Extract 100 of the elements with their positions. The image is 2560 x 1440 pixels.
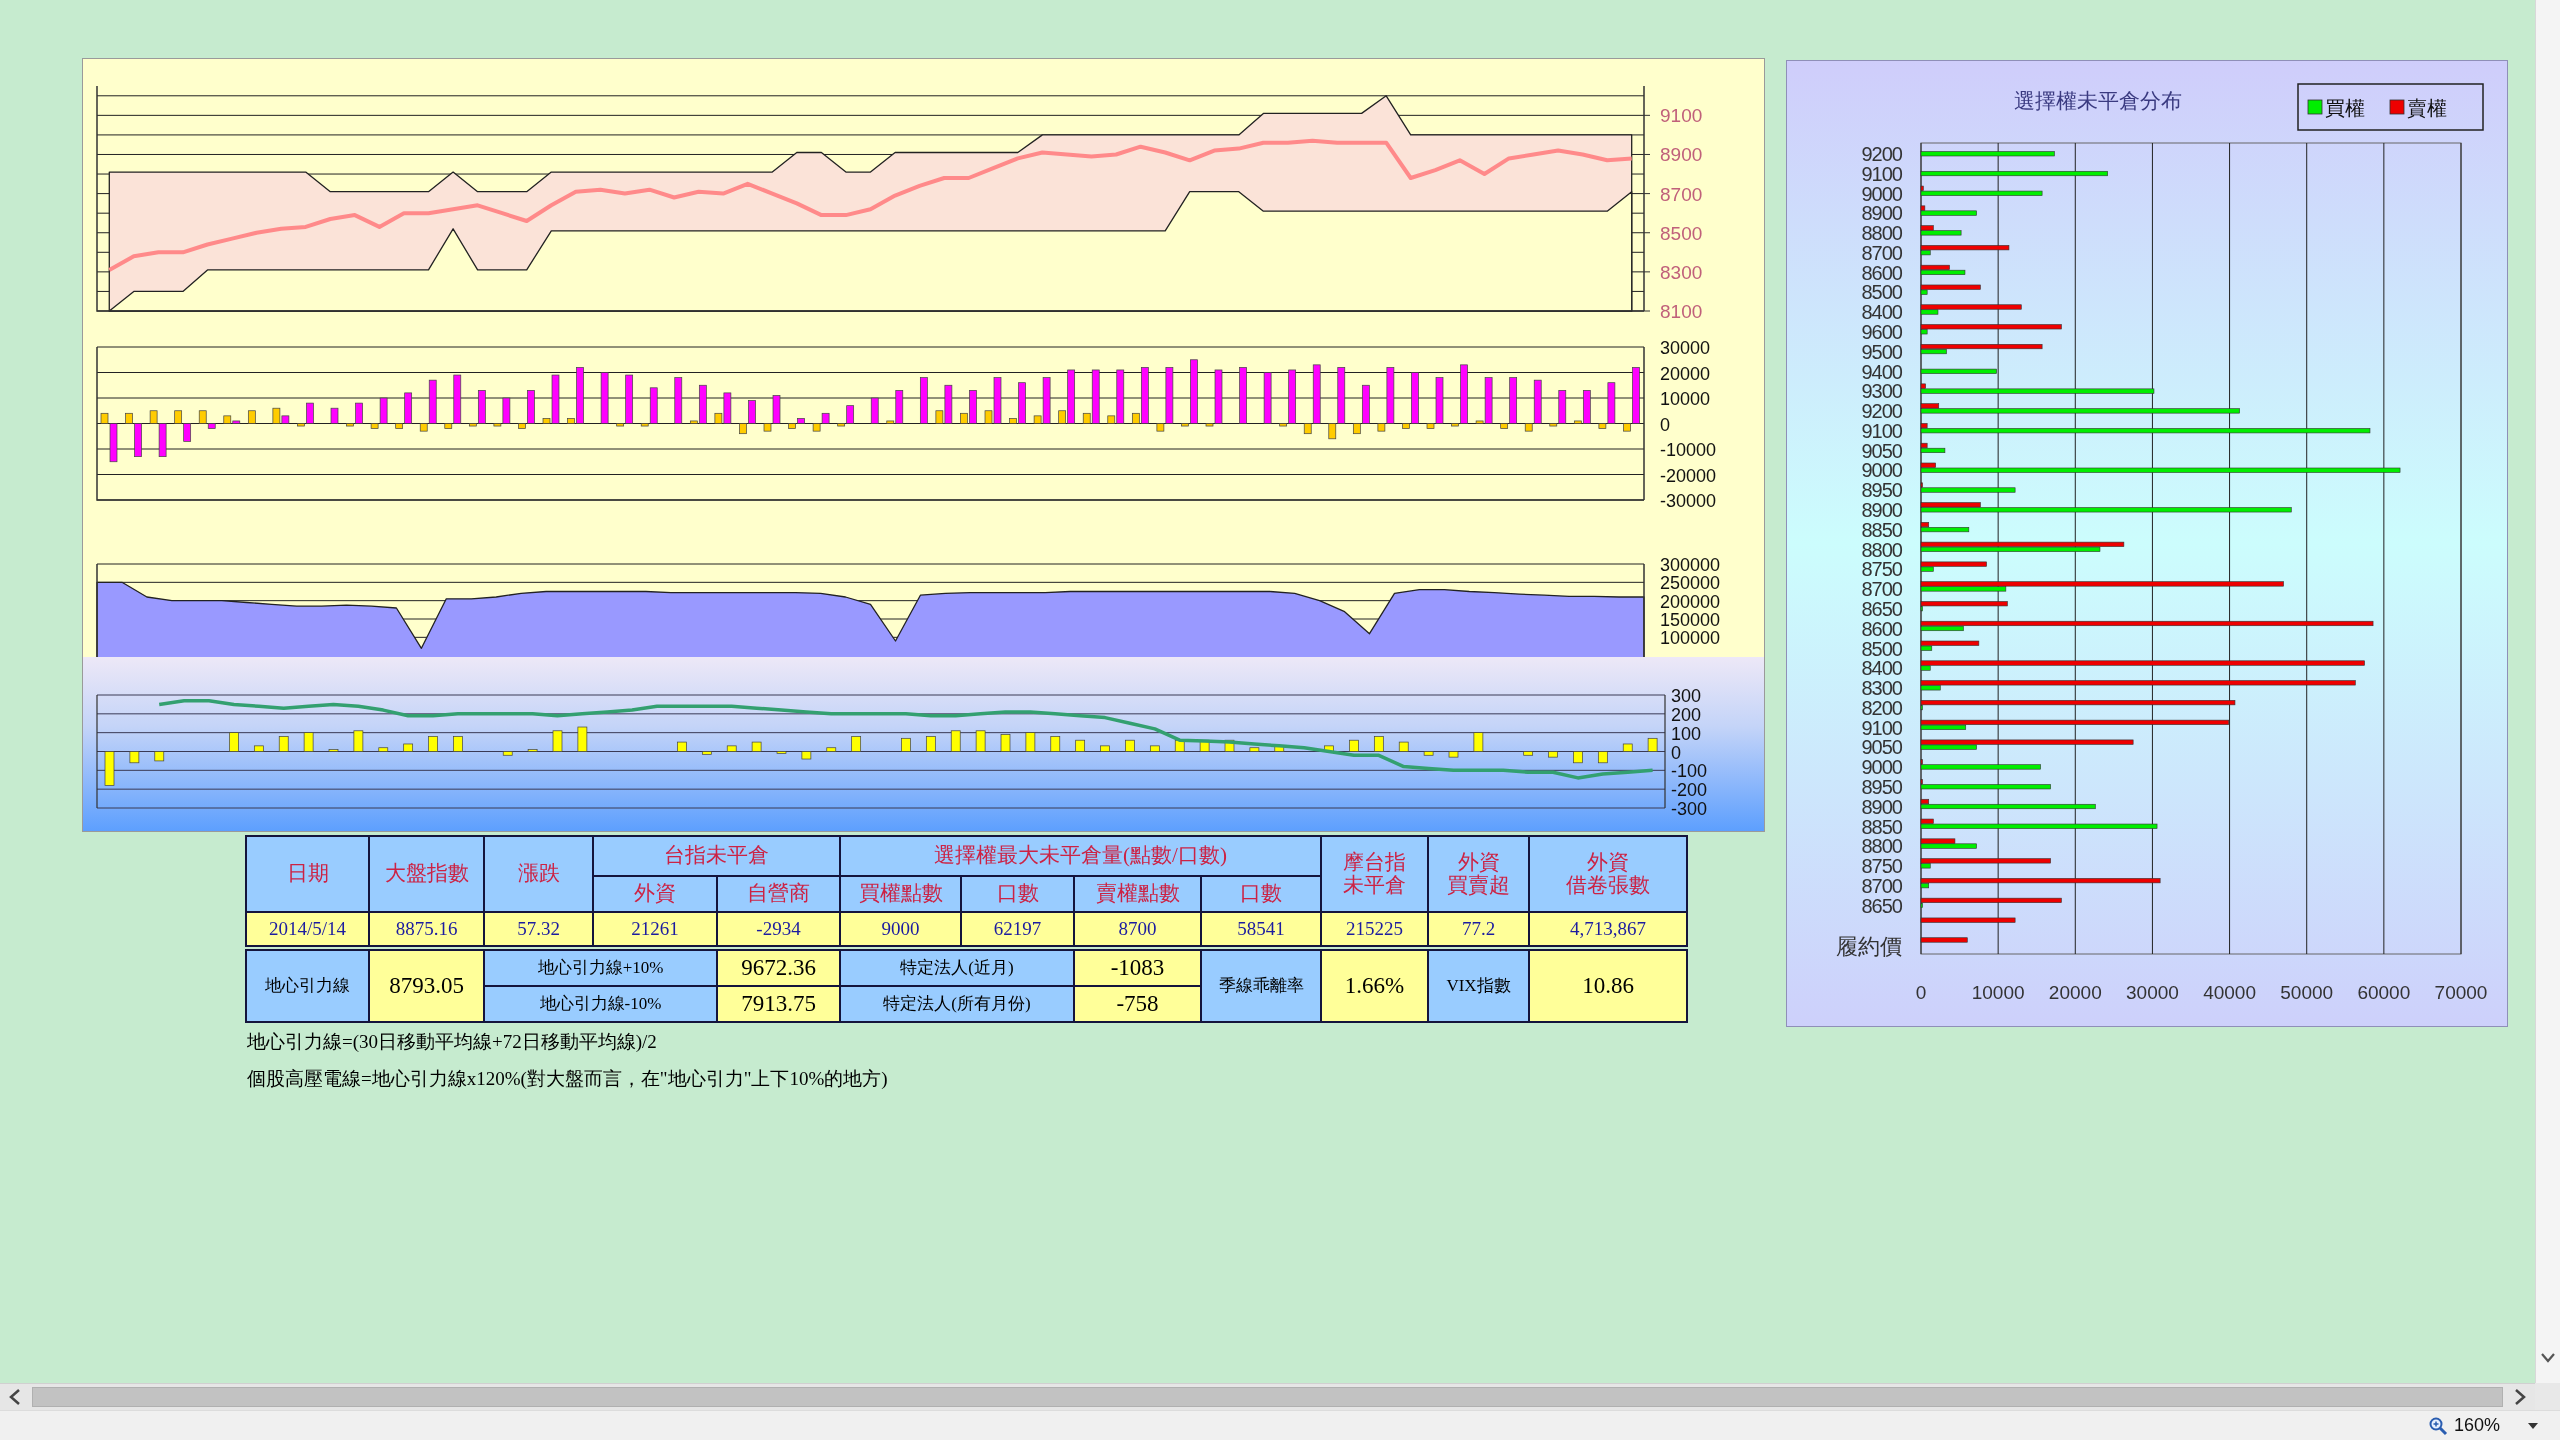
axis-label: 8700 — [1660, 183, 1703, 205]
axis-label: 10000 — [1971, 982, 2025, 1003]
row-header: 地心引力線-10% — [485, 987, 716, 1021]
axis-label: 0 — [1660, 414, 1670, 435]
column-header: 買賣超 — [1447, 874, 1510, 898]
axis-title: 履約價 — [1836, 934, 1902, 959]
axis-label: -300 — [1671, 799, 1708, 819]
axis-label: 9050 — [1861, 439, 1902, 462]
table-cell: 8875.16 — [370, 913, 483, 945]
column-header: 口數 — [962, 877, 1073, 911]
axis-label: 8950 — [1861, 776, 1902, 798]
axis-label: 8500 — [1861, 281, 1902, 304]
column-header: 選擇權最大未平倉量(點數/口數) — [841, 837, 1320, 875]
column-header: 外資 — [1587, 850, 1629, 874]
axis-label: 8850 — [1861, 815, 1902, 838]
axis-label: 8950 — [1861, 479, 1902, 502]
table-cell: 57.32 — [485, 913, 592, 945]
column-header: 台指未平倉 — [594, 837, 839, 875]
axis-label: 8900 — [1861, 795, 1902, 818]
axis-label: 9000 — [1861, 182, 1902, 205]
axis-label: 8750 — [1861, 558, 1902, 581]
axis-label: 8600 — [1861, 261, 1902, 284]
axis-label: 8400 — [1861, 657, 1902, 680]
column-header: 漲跌 — [485, 837, 592, 911]
axis-label: -20000 — [1660, 465, 1717, 486]
legend-label: 買權 — [2325, 97, 2365, 119]
table-cell: 10.86 — [1530, 951, 1686, 1021]
column-header: 大盤指數 — [370, 837, 483, 911]
axis-label: 8600 — [1861, 617, 1902, 640]
axis-label: 9200 — [1861, 143, 1902, 165]
axis-label: 250000 — [1660, 573, 1721, 594]
column-header: 未平倉 — [1343, 874, 1406, 898]
table-cell: 9672.36 — [718, 951, 839, 985]
axis-label: -30000 — [1660, 491, 1717, 511]
formula-note: 個股高壓電線=地心引力線x120%(對大盤而言，在"地心引力"上下10%的地方) — [247, 1067, 888, 1091]
axis-label: 9000 — [1861, 459, 1902, 482]
axis-label: -10000 — [1660, 440, 1717, 460]
legend-label: 賣權 — [2407, 97, 2447, 119]
axis-label: 40000 — [2203, 982, 2256, 1003]
column-header: 外資 — [1457, 850, 1500, 874]
axis-label: 70000 — [2434, 982, 2488, 1003]
table-cell: 2014/5/14 — [247, 913, 368, 945]
axis-label: 30000 — [2126, 982, 2179, 1003]
axis-label: 60000 — [2357, 982, 2411, 1003]
axis-label: -200 — [1671, 780, 1708, 801]
axis-label: 150000 — [1660, 610, 1721, 630]
axis-label: 8400 — [1861, 301, 1902, 324]
table-cell: -2934 — [718, 913, 839, 945]
axis-label: 20000 — [1660, 363, 1711, 384]
column-header: 口數 — [1202, 877, 1320, 911]
axis-label: 9100 — [1861, 162, 1902, 185]
axis-label: 9600 — [1861, 321, 1902, 343]
axis-label: 300 — [1671, 686, 1702, 706]
axis-label: 8300 — [1660, 261, 1703, 283]
row-header: 特定法人(近月) — [841, 951, 1073, 985]
axis-label: 9400 — [1861, 360, 1902, 383]
chart-title: 選擇權未平倉分布 — [2014, 89, 2182, 112]
column-header: 摩台指 — [1343, 850, 1406, 874]
column-header: 借卷張數 — [1566, 874, 1650, 898]
table-cell: -758 — [1075, 987, 1200, 1021]
axis-label: 100000 — [1660, 628, 1721, 649]
table-cell: -1083 — [1075, 951, 1200, 985]
axis-label: 8900 — [1660, 144, 1703, 166]
axis-label: -100 — [1671, 761, 1708, 782]
axis-label: 8650 — [1861, 894, 1902, 917]
axis-label: 9100 — [1861, 716, 1902, 739]
row-header: 特定法人(所有月份) — [841, 987, 1073, 1021]
axis-label: 0 — [1671, 742, 1681, 763]
axis-label: 8500 — [1861, 637, 1902, 660]
table-cell: 21261 — [594, 913, 716, 945]
table-cell: 77.2 — [1429, 913, 1528, 945]
axis-label: 9050 — [1861, 736, 1902, 759]
column-header: 買權點數 — [841, 877, 960, 911]
axis-label: 30000 — [1660, 338, 1711, 358]
table-cell: 1.66% — [1322, 951, 1427, 1021]
table-cell: 8793.05 — [370, 951, 483, 1021]
zoom-level[interactable]: 160% — [2453, 1415, 2500, 1436]
row-header: VIX指數 — [1429, 951, 1528, 1021]
axis-label: 8800 — [1861, 835, 1902, 858]
column-header: 自營商 — [718, 877, 839, 911]
row-header: 地心引力線 — [247, 951, 368, 1021]
table-cell: 58541 — [1202, 913, 1320, 945]
column-header: 外資 — [594, 877, 716, 911]
axis-label: 200 — [1671, 704, 1702, 725]
axis-label: 100 — [1671, 723, 1702, 744]
table-cell: 7913.75 — [718, 987, 839, 1021]
axis-label: 9500 — [1861, 340, 1902, 363]
axis-label: 8500 — [1660, 222, 1703, 244]
axis-label: 10000 — [1660, 389, 1711, 409]
axis-label: 20000 — [2048, 982, 2102, 1003]
axis-label: 0 — [1915, 982, 1927, 1003]
table-cell: 9000 — [841, 913, 960, 945]
table-cell: 215225 — [1322, 913, 1427, 945]
row-header: 地心引力線+10% — [485, 951, 716, 985]
axis-label: 9000 — [1861, 756, 1902, 779]
axis-label: 9300 — [1861, 380, 1902, 403]
axis-label: 9100 — [1660, 105, 1703, 127]
formula-note: 地心引力線=(30日移動平均線+72日移動平均線)/2 — [247, 1030, 657, 1054]
table-cell: 4,713,867 — [1530, 913, 1686, 945]
table-cell: 62197 — [962, 913, 1073, 945]
